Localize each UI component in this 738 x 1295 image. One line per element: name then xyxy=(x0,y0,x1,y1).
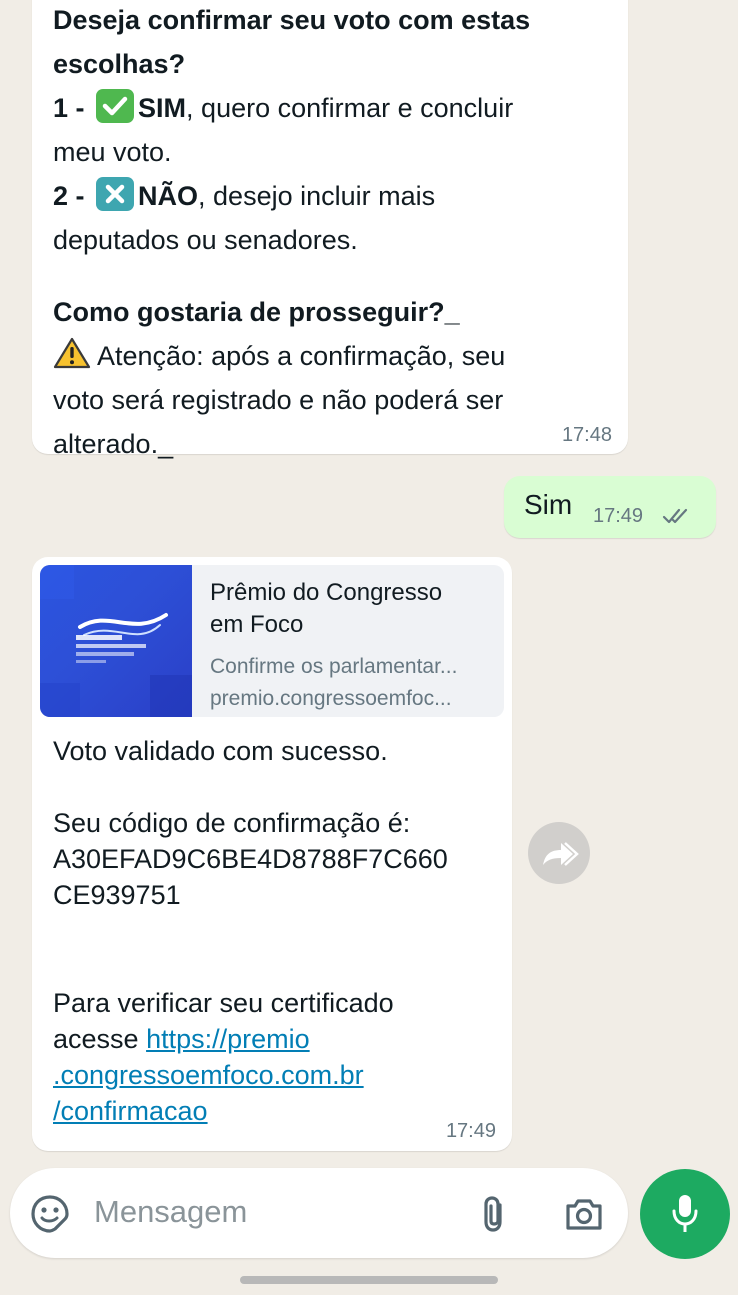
link-preview-description: Confirme os parlamentar... xyxy=(210,655,458,678)
message-timestamp: 17:49 xyxy=(445,1120,496,1142)
confirmation-code: A30EFAD9C6BE4D8788F7C660 xyxy=(53,844,448,874)
cross-mark-icon xyxy=(96,177,135,211)
warning-line: Atenção: após a confirmação, seu xyxy=(53,334,623,378)
link-preview-title-line: Prêmio do Congresso xyxy=(210,579,443,606)
link-preview-url: premio.congressoemfoc... xyxy=(210,687,452,710)
message-line: Voto validado com sucesso. xyxy=(53,736,388,766)
option-text: , desejo incluir mais xyxy=(198,181,436,211)
option-number: 2 - xyxy=(53,181,85,211)
confirmation-link[interactable]: /confirmacao xyxy=(53,1093,503,1129)
message-bubble-incoming[interactable]: Deseja confirmar seu voto com estas esco… xyxy=(32,0,628,459)
option-2: 2 - NÃO, desejo incluir mais xyxy=(53,174,623,218)
message-heading-line: Deseja confirmar seu voto com estas xyxy=(53,5,531,35)
voice-message-button[interactable] xyxy=(640,1169,730,1259)
home-indicator[interactable] xyxy=(240,1276,498,1284)
message-line: acesse https://premio xyxy=(53,1021,503,1057)
check-mark-icon xyxy=(96,89,135,123)
message-input[interactable]: Mensagem xyxy=(94,1194,247,1230)
sticker-smiley-icon[interactable] xyxy=(30,1194,70,1234)
option-1: 1 - SIM, quero confirmar e concluir xyxy=(53,86,623,130)
read-receipt-icon xyxy=(662,506,690,526)
message-composer[interactable]: Mensagem xyxy=(10,1168,628,1258)
question-line: Como gostaria de prosseguir?_ xyxy=(53,297,460,327)
option-number: 1 - xyxy=(53,93,85,123)
message-heading-line: escolhas? xyxy=(53,49,186,79)
option-1-continuation: meu voto. xyxy=(53,137,172,167)
option-2-continuation: deputados ou senadores. xyxy=(53,225,358,255)
warning-text: Atenção: após a confirmação, seu xyxy=(97,341,506,371)
warning-line: alterado._ xyxy=(53,429,174,459)
link-preview-card[interactable]: Prêmio do Congresso em Foco Confirme os … xyxy=(40,565,504,717)
message-line: Para verificar seu certificado xyxy=(53,988,394,1018)
link-preview-thumbnail xyxy=(40,565,192,717)
message-bubble-outgoing[interactable]: Sim 17:49 xyxy=(504,476,716,538)
message-bubble-incoming[interactable]: Prêmio do Congresso em Foco Confirme os … xyxy=(32,557,512,1151)
microphone-icon xyxy=(671,1193,699,1240)
confirmation-link[interactable]: https://premio xyxy=(146,1024,310,1054)
warning-icon xyxy=(53,336,91,370)
warning-line: voto será registrado e não poderá ser xyxy=(53,385,504,415)
camera-icon[interactable] xyxy=(564,1196,604,1232)
message-timestamp: 17:48 xyxy=(561,424,612,446)
message-line: Seu código de confirmação é: xyxy=(53,808,411,838)
confirmation-link[interactable]: .congressoemfoco.com.br xyxy=(53,1057,503,1093)
link-preview-title-line: em Foco xyxy=(210,611,304,638)
option-key: SIM xyxy=(138,93,187,123)
forward-icon xyxy=(539,837,579,874)
paperclip-icon[interactable] xyxy=(480,1194,508,1234)
link-preview-title: Prêmio do Congresso em Foco xyxy=(210,577,494,641)
message-text: Sim xyxy=(524,489,573,520)
option-key: NÃO xyxy=(138,181,199,211)
option-text: , quero confirmar e concluir xyxy=(186,93,514,123)
forward-button[interactable] xyxy=(528,822,590,884)
confirmation-code: CE939751 xyxy=(53,880,181,910)
message-text: acesse xyxy=(53,1024,147,1054)
message-timestamp: 17:49 xyxy=(593,505,644,527)
